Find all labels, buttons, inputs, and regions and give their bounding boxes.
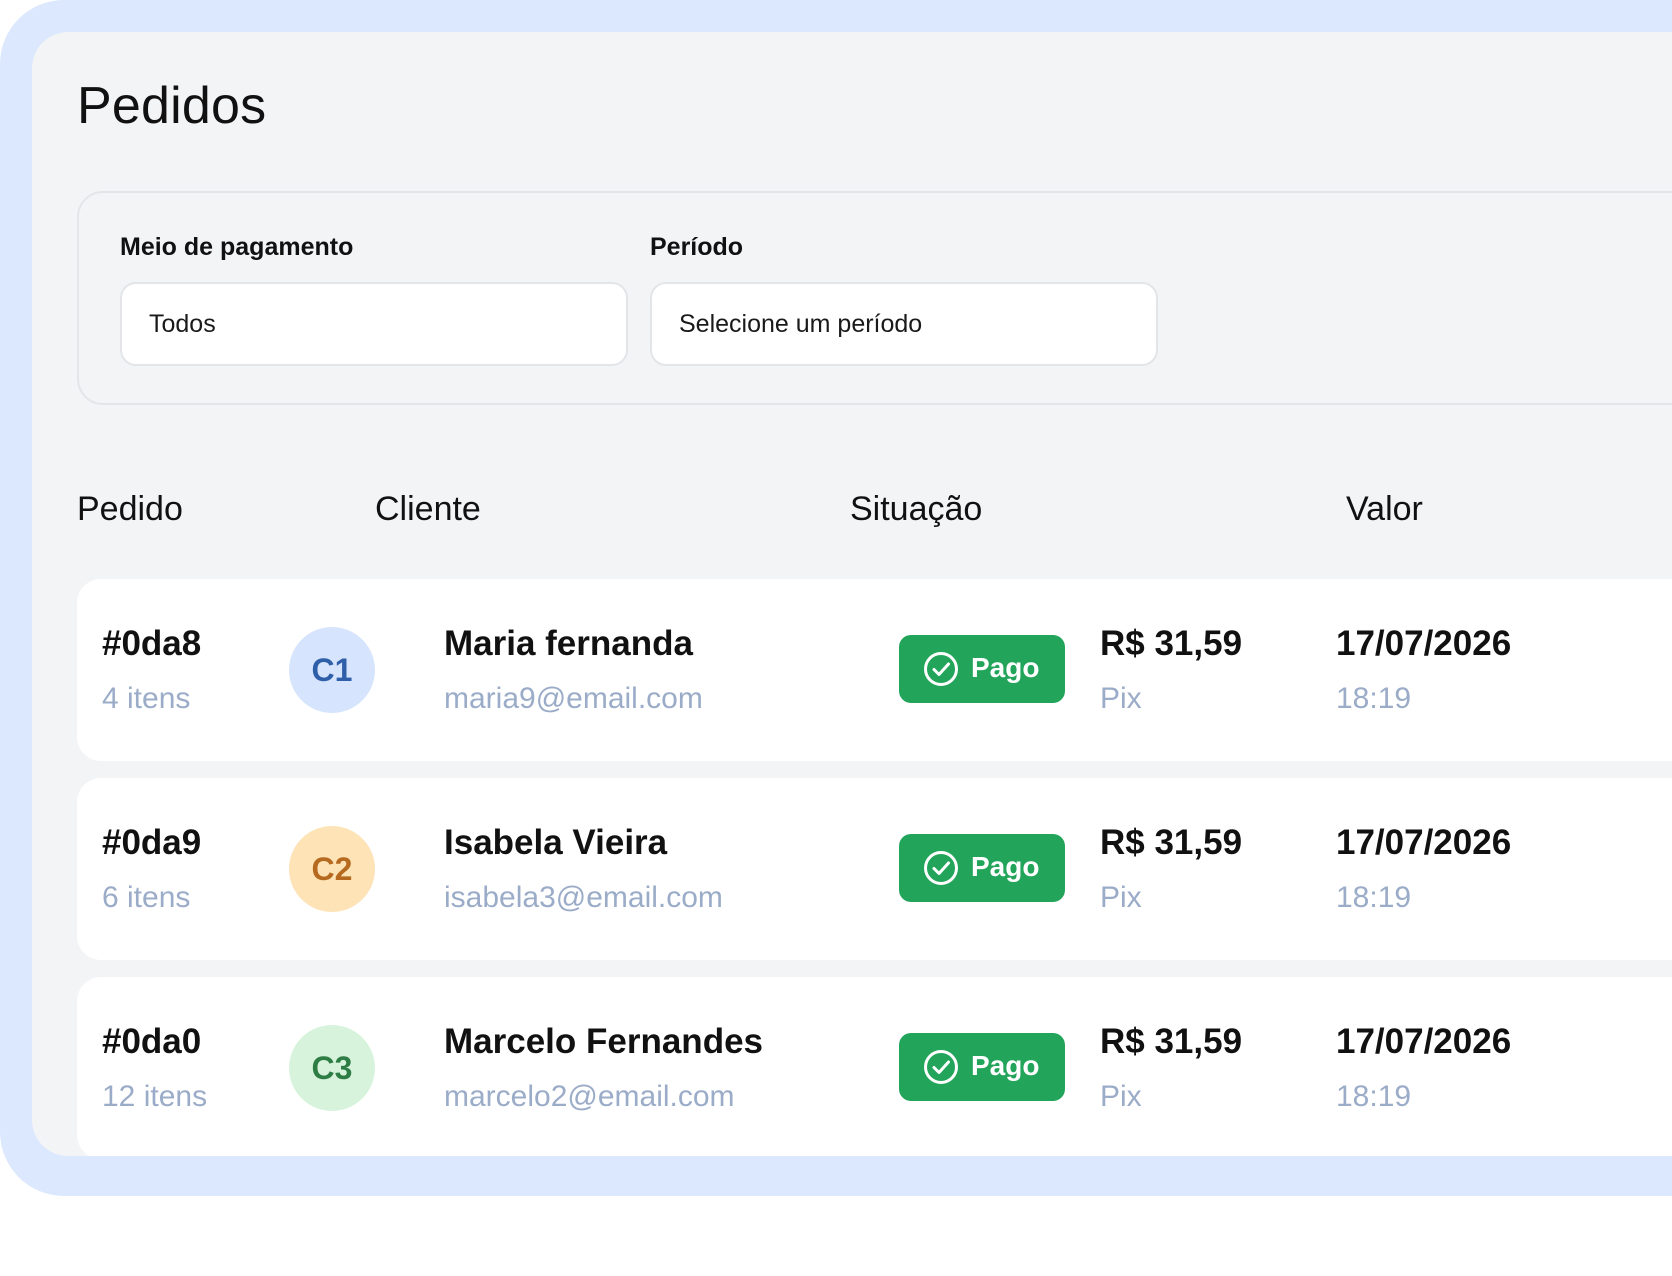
- column-header-status[interactable]: Situação: [850, 490, 982, 529]
- table-row[interactable]: #0da9 6 itens C2 Isabela Vieira isabela3…: [77, 778, 1672, 960]
- client-email: isabela3@email.com: [444, 881, 723, 914]
- payment-method: Pix: [1100, 1080, 1142, 1113]
- order-amount: R$ 31,59: [1100, 823, 1243, 862]
- order-amount: R$ 31,59: [1100, 624, 1243, 663]
- status-label: Pago: [971, 652, 1040, 683]
- order-id: #0da9: [102, 823, 202, 862]
- status-badge: Pago: [899, 635, 1065, 703]
- payment-method-select[interactable]: Todos: [120, 282, 628, 366]
- order-id: #0da0: [102, 1022, 202, 1061]
- client-name: Maria fernanda: [444, 624, 693, 663]
- avatar: C1: [289, 627, 375, 713]
- order-amount: R$ 31,59: [1100, 1022, 1243, 1061]
- filters-card: Meio de pagamento Todos Período Selecion…: [77, 191, 1672, 405]
- period-label: Período: [650, 233, 744, 261]
- client-email: marcelo2@email.com: [444, 1080, 735, 1113]
- order-date: 17/07/2026: [1336, 624, 1512, 663]
- avatar: C3: [289, 1025, 375, 1111]
- payment-method: Pix: [1100, 682, 1142, 715]
- order-time: 18:19: [1336, 1080, 1412, 1113]
- order-item-count: 12 itens: [102, 1080, 208, 1113]
- order-item-count: 6 itens: [102, 881, 191, 914]
- client-email: maria9@email.com: [444, 682, 703, 715]
- period-picker[interactable]: Selecione um período: [650, 282, 1158, 366]
- status-label: Pago: [971, 1050, 1040, 1081]
- orders-panel: Pedidos Meio de pagamento Todos Período …: [32, 32, 1672, 1156]
- column-header-amount[interactable]: Valor: [1346, 490, 1423, 529]
- column-header-order[interactable]: Pedido: [77, 490, 183, 529]
- check-circle-icon: [924, 851, 958, 885]
- page-title: Pedidos: [77, 77, 267, 135]
- order-item-count: 4 itens: [102, 682, 191, 715]
- order-date: 17/07/2026: [1336, 823, 1512, 862]
- column-header-client[interactable]: Cliente: [375, 490, 481, 529]
- payment-method-label: Meio de pagamento: [120, 233, 354, 261]
- client-name: Marcelo Fernandes: [444, 1022, 763, 1061]
- order-time: 18:19: [1336, 881, 1412, 914]
- payment-method: Pix: [1100, 881, 1142, 914]
- order-id: #0da8: [102, 624, 202, 663]
- avatar: C2: [289, 826, 375, 912]
- app-frame: Pedidos Meio de pagamento Todos Período …: [0, 0, 1672, 1196]
- order-date: 17/07/2026: [1336, 1022, 1512, 1061]
- status-badge: Pago: [899, 834, 1065, 902]
- order-time: 18:19: [1336, 682, 1412, 715]
- status-label: Pago: [971, 851, 1040, 882]
- check-circle-icon: [924, 652, 958, 686]
- status-badge: Pago: [899, 1033, 1065, 1101]
- table-row[interactable]: #0da8 4 itens C1 Maria fernanda maria9@e…: [77, 579, 1672, 761]
- table-row[interactable]: #0da0 12 itens C3 Marcelo Fernandes marc…: [77, 977, 1672, 1156]
- check-circle-icon: [924, 1050, 958, 1084]
- client-name: Isabela Vieira: [444, 823, 668, 862]
